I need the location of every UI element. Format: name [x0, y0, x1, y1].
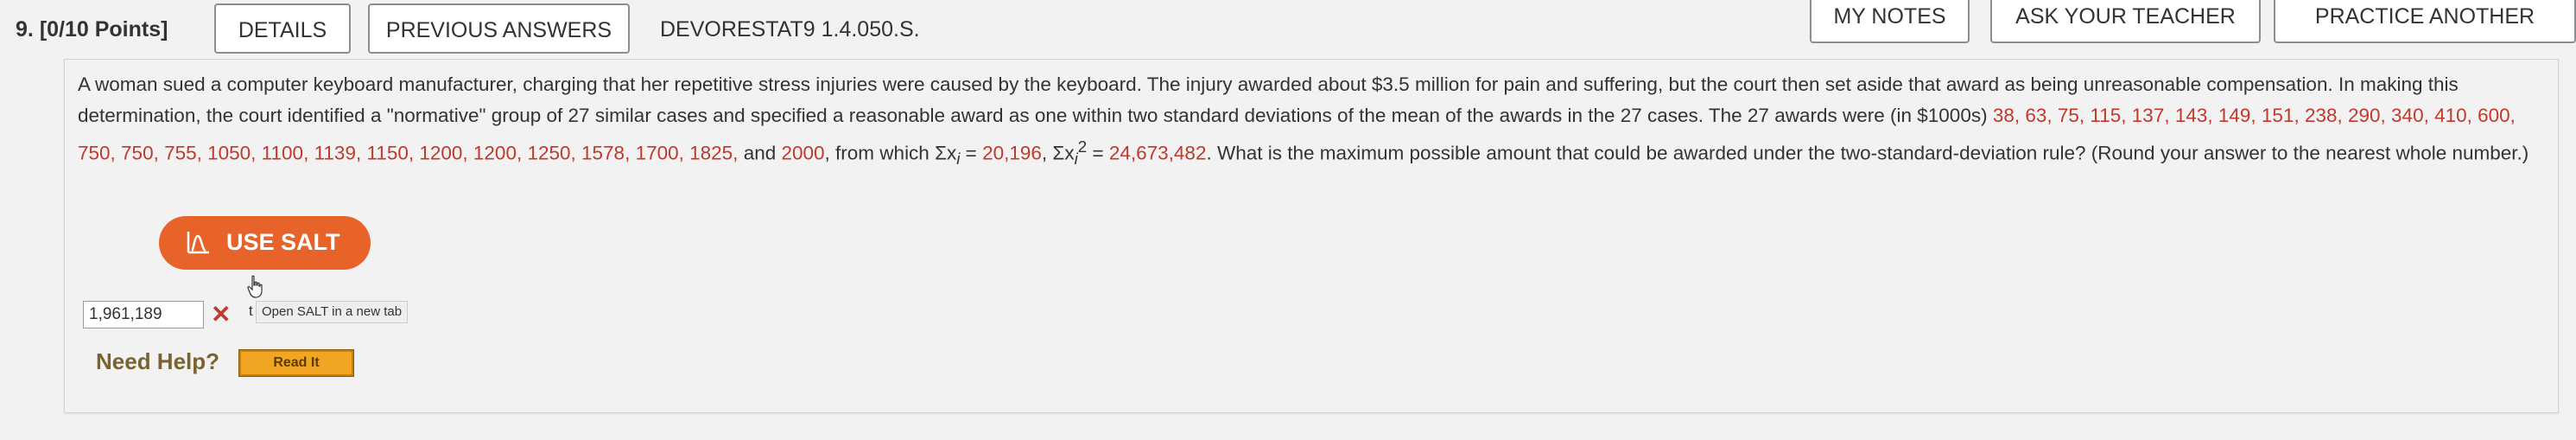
- chart-icon: [187, 232, 209, 254]
- question-text: A woman sued a computer keyboard manufac…: [78, 69, 2548, 175]
- points-label: [0/10 Points]: [39, 17, 168, 41]
- equals-sign: =: [960, 142, 983, 164]
- use-salt-button[interactable]: USE SALT: [159, 216, 371, 270]
- use-salt-label: USE SALT: [226, 229, 340, 255]
- read-it-button[interactable]: Read It: [238, 349, 354, 377]
- from-which-text: , from which Σx: [824, 142, 957, 164]
- my-notes-button[interactable]: MY NOTES: [1810, 0, 1970, 43]
- and-word: and: [738, 142, 782, 164]
- need-help-label: Need Help?: [96, 348, 220, 374]
- ask-your-teacher-button[interactable]: ASK YOUR TEACHER: [1990, 0, 2261, 43]
- tooltip-prefix: t: [249, 303, 253, 319]
- last-award: 2000: [781, 142, 825, 164]
- details-button[interactable]: DETAILS: [214, 3, 351, 54]
- previous-answers-button[interactable]: PREVIOUS ANSWERS: [368, 3, 630, 54]
- question-number: 9.: [16, 17, 34, 41]
- sigma-x2-text: , Σx: [1041, 142, 1075, 164]
- answer-input[interactable]: 1,961,189: [83, 301, 204, 328]
- salt-tooltip: Open SALT in a new tab: [256, 301, 409, 323]
- equals-sign: =: [1087, 142, 1109, 164]
- hand-cursor-icon: [247, 275, 263, 298]
- question-header: 9. [0/10 Points] DETAILS PREVIOUS ANSWER…: [0, 0, 2576, 55]
- superscript-2: 2: [1077, 137, 1088, 156]
- question-number-points: 9. [0/10 Points]: [16, 17, 168, 42]
- question-outro: . What is the maximum possible amount th…: [1206, 142, 2529, 164]
- sum-x2-value: 24,673,482: [1108, 142, 1207, 164]
- sum-x-value: 20,196: [982, 142, 1042, 164]
- practice-another-button[interactable]: PRACTICE ANOTHER: [2274, 0, 2576, 43]
- x-mark-icon: ✕: [211, 301, 232, 328]
- assignment-code: DEVORESTAT9 1.4.050.S.: [660, 17, 920, 41]
